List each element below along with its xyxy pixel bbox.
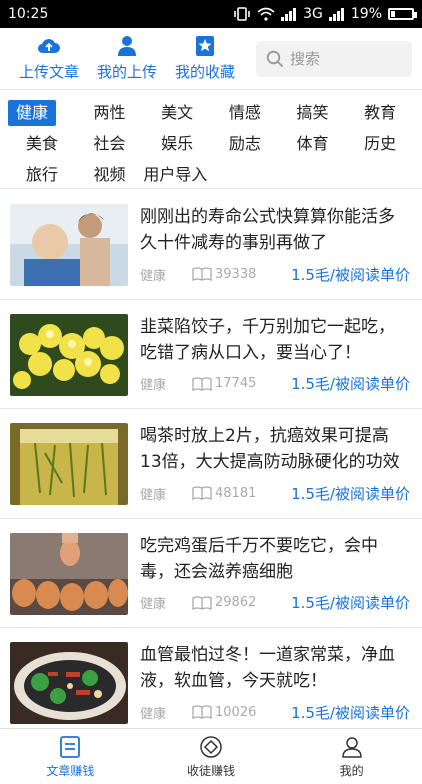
category-society[interactable]: 社会: [76, 131, 144, 157]
category-sports[interactable]: 体育: [279, 131, 347, 157]
network-type: 3G: [303, 6, 323, 22]
article-title: 血管最怕过冬！一道家常菜，净血液，软血管，今天就吃！: [140, 645, 395, 691]
category-user-import[interactable]: 用户导入: [143, 162, 211, 188]
signal-icon: [328, 6, 345, 22]
battery-percent: 19%: [350, 6, 382, 22]
status-time: 10:25: [8, 6, 49, 22]
article-thumbnail: [10, 532, 128, 615]
category-history[interactable]: 历史: [346, 131, 414, 157]
book-icon: [192, 595, 212, 610]
list-item[interactable]: 喝茶时放上2片，抗癌效果可提高13倍，大大提高防动脉硬化的功效 健康 48181…: [0, 409, 422, 519]
signal-icon: [281, 6, 297, 22]
my-uploads-label: 我的上传: [96, 63, 157, 81]
category-emotions[interactable]: 情感: [211, 100, 279, 126]
my-uploads-button[interactable]: 我的上传: [88, 35, 166, 82]
category-entertainment[interactable]: 娱乐: [143, 131, 211, 157]
tab-recruit-earnings[interactable]: 收徒赚钱: [141, 729, 282, 784]
my-favorites-label: 我的收藏: [174, 63, 235, 81]
article-thumbnail: [10, 423, 128, 505]
search-icon: [266, 50, 284, 67]
list-item[interactable]: 吃完鸡蛋后千万不要吃它，会中毒，还会滋养癌细胞 健康 29862 1.5毛/被阅…: [0, 519, 422, 628]
list-item[interactable]: 血管最怕过冬！一道家常菜，净血液，软血管，今天就吃！ 健康 10026 1.5毛…: [0, 628, 422, 738]
cloud-upload-icon: [37, 39, 60, 54]
status-bar: 10:25 3G 19%: [0, 0, 422, 28]
category-essays[interactable]: 美文: [143, 100, 211, 126]
upload-article-button[interactable]: 上传文章: [10, 35, 88, 82]
category-funny[interactable]: 搞笑: [279, 100, 347, 126]
top-nav: 上传文章 我的上传 我的收藏 搜索: [0, 28, 422, 90]
article-category: 健康: [140, 268, 167, 284]
tab-mine-label: 我的: [339, 763, 364, 778]
star-bookmark-icon: [196, 36, 214, 56]
article-title: 喝茶时放上2片，抗癌效果可提高13倍，大大提高防动脉硬化的功效: [140, 426, 400, 472]
upload-article-label: 上传文章: [18, 63, 79, 81]
article-category: 健康: [140, 706, 167, 722]
article-category: 健康: [140, 597, 167, 612]
article-title: 吃完鸡蛋后千万不要吃它，会中毒，还会滋养癌细胞: [140, 535, 378, 582]
article-price: 1.5毛/被阅读单价: [291, 594, 410, 612]
article-price: 1.5毛/被阅读单价: [291, 703, 410, 722]
category-health[interactable]: 健康: [8, 99, 56, 126]
article-read-count: 10026: [215, 704, 257, 720]
article-category: 健康: [140, 487, 167, 503]
category-inspiration[interactable]: 励志: [211, 131, 279, 157]
category-video[interactable]: 视频: [76, 162, 144, 188]
article-title: 韭菜陷饺子，千万别加它一起吃，吃错了病从口入，要当心了！: [140, 316, 395, 363]
tab-recruit-earnings-label: 收徒赚钱: [187, 763, 236, 778]
book-icon: [192, 705, 212, 719]
person-icon: [341, 736, 362, 758]
article-thumbnail: [10, 204, 128, 286]
my-favorites-button[interactable]: 我的收藏: [166, 35, 244, 82]
article-price: 1.5毛/被阅读单价: [291, 484, 410, 503]
tab-mine[interactable]: 我的: [281, 729, 422, 784]
article-list: 刚刚出的寿命公式快算算你能活多久十件减寿的事别再做了 健康 39338 1.5毛…: [0, 190, 422, 738]
search-input[interactable]: 搜索: [256, 40, 412, 77]
document-icon: [60, 735, 81, 758]
list-item[interactable]: 刚刚出的寿命公式快算算你能活多久十件减寿的事别再做了 健康 39338 1.5毛…: [0, 190, 422, 300]
article-category: 健康: [140, 378, 167, 393]
search-placeholder: 搜索: [290, 50, 321, 68]
article-read-count: 29862: [215, 595, 257, 610]
diamond-icon: [200, 735, 222, 758]
user-icon: [118, 36, 136, 56]
wifi-icon: [257, 6, 275, 22]
category-relationships[interactable]: 两性: [76, 100, 144, 126]
list-item[interactable]: 韭菜陷饺子，千万别加它一起吃，吃错了病从口入，要当心了！ 健康 17745 1.…: [0, 300, 422, 409]
tab-article-earnings[interactable]: 文章赚钱: [0, 729, 141, 784]
category-travel[interactable]: 旅行: [8, 162, 76, 188]
article-read-count: 48181: [215, 485, 257, 501]
category-food[interactable]: 美食: [8, 131, 76, 157]
article-title: 刚刚出的寿命公式快算算你能活多久十件减寿的事别再做了: [140, 207, 395, 253]
article-price: 1.5毛/被阅读单价: [291, 265, 410, 284]
article-thumbnail: [10, 642, 128, 724]
battery-icon: [388, 8, 417, 20]
book-icon: [192, 376, 212, 391]
article-thumbnail: [10, 313, 128, 396]
article-read-count: 17745: [215, 376, 257, 391]
category-bar: 健康 两性 美文 情感 搞笑 教育 美食 社会 娱乐 励志 体育 历史 旅行 视…: [0, 91, 422, 189]
bottom-nav: 文章赚钱 收徒赚钱 我的: [0, 728, 422, 784]
vibrate-icon: [233, 6, 251, 22]
book-icon: [192, 267, 212, 281]
article-price: 1.5毛/被阅读单价: [291, 375, 410, 393]
article-read-count: 39338: [215, 266, 257, 282]
tab-article-earnings-label: 文章赚钱: [46, 763, 95, 778]
category-education[interactable]: 教育: [346, 100, 414, 126]
book-icon: [192, 486, 212, 500]
